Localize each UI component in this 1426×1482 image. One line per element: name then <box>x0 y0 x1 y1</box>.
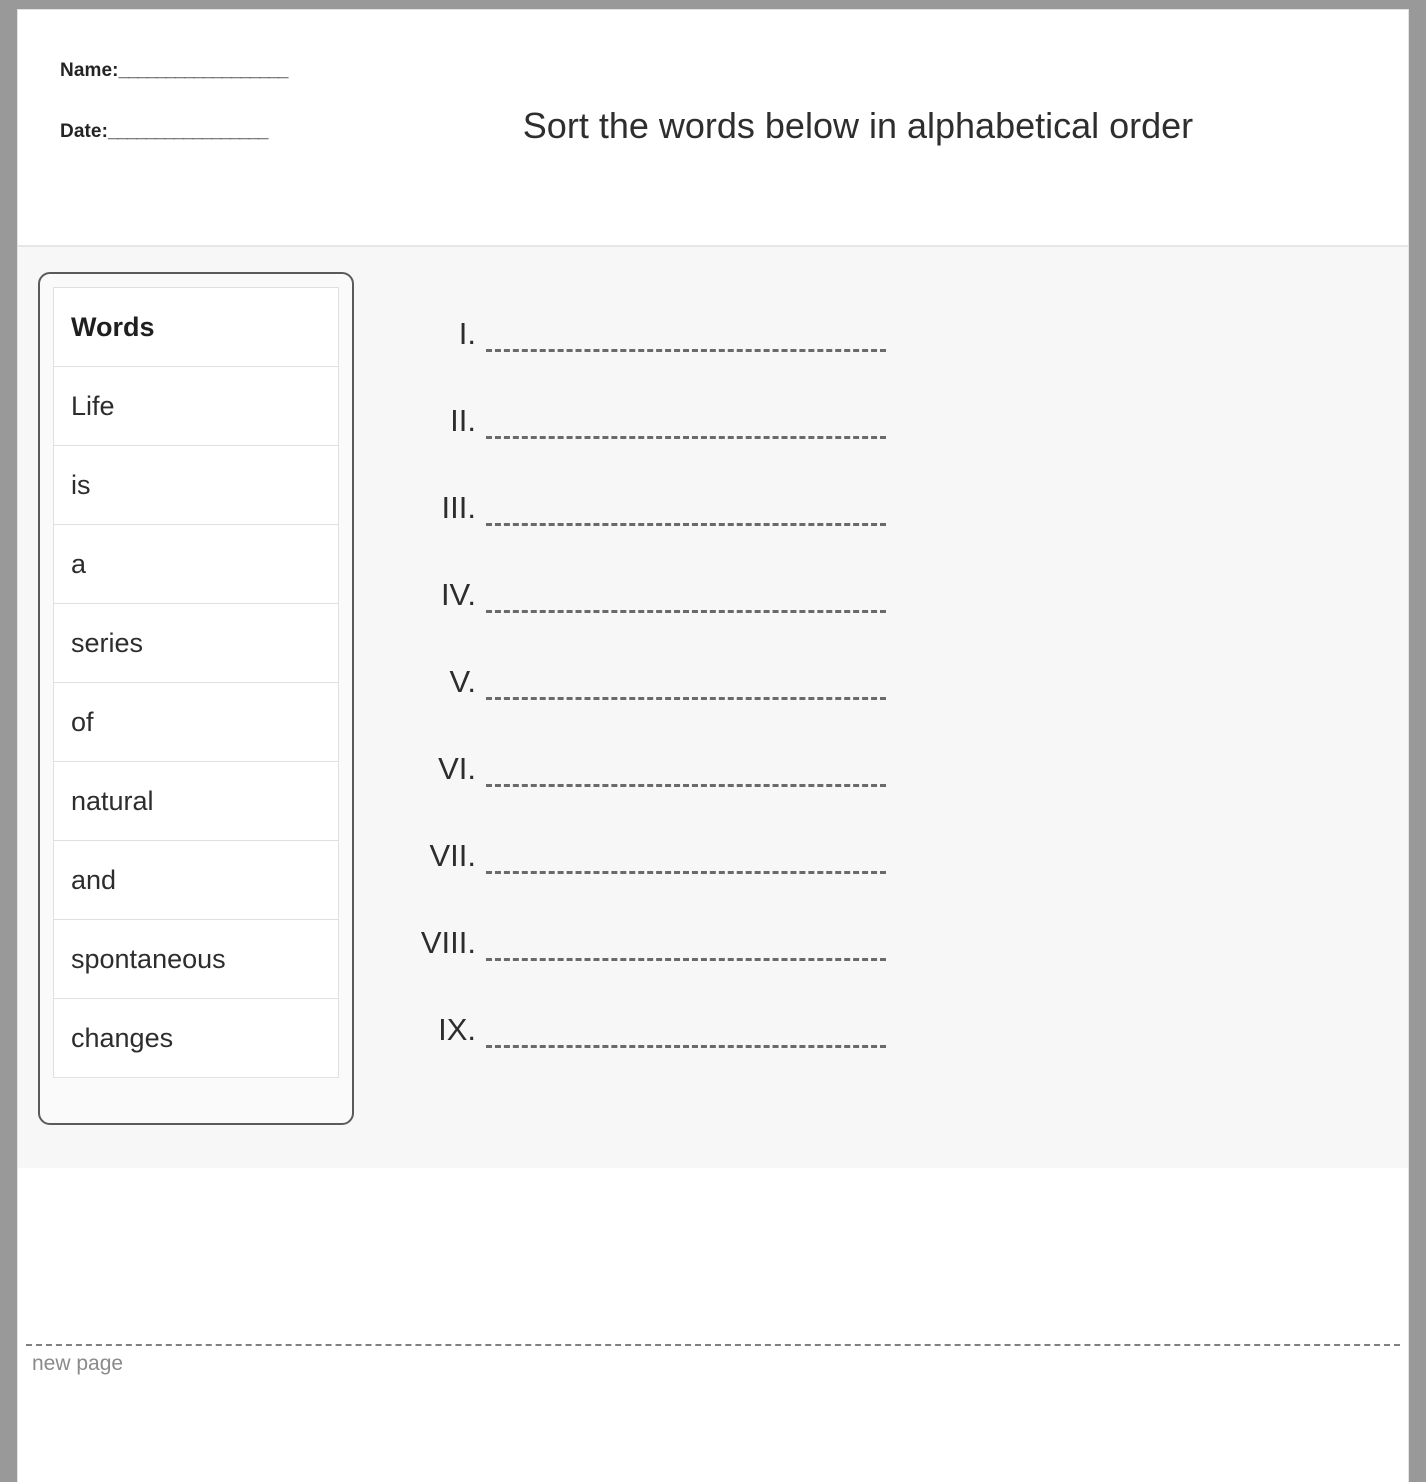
answer-numeral: III. <box>441 490 476 525</box>
worksheet-page: Name:__________________ Date:___________… <box>18 10 1408 1482</box>
name-field-row: Name:__________________ <box>60 60 289 82</box>
answer-row: V. <box>384 619 924 706</box>
worksheet-header: Name:__________________ Date:___________… <box>18 10 1408 247</box>
answer-blank-line[interactable] <box>486 610 886 613</box>
answer-numeral: IX. <box>438 1012 476 1047</box>
answer-row: IV. <box>384 532 924 619</box>
table-row: natural <box>53 761 339 841</box>
word-cell: of <box>53 682 339 762</box>
answer-row: VII. <box>384 793 924 880</box>
answer-row: IX. <box>384 967 924 1054</box>
table-row: and <box>53 840 339 920</box>
table-row: is <box>53 445 339 525</box>
word-cell: series <box>53 603 339 683</box>
word-cell: and <box>53 840 339 920</box>
answer-row: VI. <box>384 706 924 793</box>
word-cell: changes <box>71 1022 174 1053</box>
word-cell: spontaneous <box>53 919 339 999</box>
table-row: a <box>53 524 339 604</box>
answer-row: III. <box>384 445 924 532</box>
new-page-label: new page <box>32 1352 124 1375</box>
answer-blank-line[interactable] <box>486 523 886 526</box>
answer-blank-line[interactable] <box>486 871 886 874</box>
answer-numeral: VIII. <box>420 925 476 960</box>
answer-blank-line[interactable] <box>486 349 886 352</box>
answer-list: I. II. III. IV. V. VI. VII. VIII. IX. <box>384 271 924 1054</box>
worksheet-body: Words Life is a series of natural and sp… <box>18 247 1408 1168</box>
name-label: Name: <box>60 60 119 81</box>
answer-row: II. <box>384 358 924 445</box>
date-field-row: Date:_________________ <box>60 121 287 143</box>
table-row: series <box>53 603 339 683</box>
date-label: Date: <box>60 121 109 142</box>
answer-blank-line[interactable] <box>486 784 886 787</box>
date-blank-rule[interactable]: _________________ <box>108 121 268 142</box>
word-cell: Life <box>53 366 339 446</box>
name-date-block: Name:__________________ Date:___________… <box>60 60 289 182</box>
answer-numeral: IV. <box>440 577 476 612</box>
name-blank-rule[interactable]: __________________ <box>119 60 289 81</box>
words-panel: Words Life is a series of natural and sp… <box>38 272 354 1125</box>
table-row: of <box>53 682 339 762</box>
answer-blank-line[interactable] <box>486 436 886 439</box>
word-cell: a <box>53 524 339 604</box>
footer-whitespace <box>18 1168 1408 1344</box>
answer-blank-line[interactable] <box>486 1045 886 1048</box>
next-page-start <box>18 1346 1408 1466</box>
words-table-body: Words Life is a series of natural and sp… <box>53 287 339 1078</box>
table-row: changes <box>54 999 339 1078</box>
answer-numeral: I. <box>458 316 476 351</box>
answer-blank-line[interactable] <box>486 958 886 961</box>
new-page-separator: new page <box>26 1344 1400 1375</box>
answer-row: VIII. <box>384 880 924 967</box>
screenshot-viewport: Name:__________________ Date:___________… <box>0 0 1426 1482</box>
word-cell: natural <box>53 761 339 841</box>
page-title: Sort the words below in alphabetical ord… <box>522 105 1194 146</box>
answer-numeral: V. <box>449 664 476 699</box>
table-row: spontaneous <box>53 919 339 999</box>
words-column-header: Words <box>53 287 339 367</box>
answer-blank-line[interactable] <box>486 697 886 700</box>
answer-numeral: II. <box>450 403 476 438</box>
table-row: Life <box>53 366 339 446</box>
word-cell: is <box>53 445 339 525</box>
answer-numeral: VI. <box>438 751 476 786</box>
answer-row: I. <box>384 271 924 358</box>
table-header-row: Words <box>53 287 339 367</box>
answer-numeral: VII. <box>429 838 476 873</box>
words-table: Words Life is a series of natural and sp… <box>53 287 339 1078</box>
